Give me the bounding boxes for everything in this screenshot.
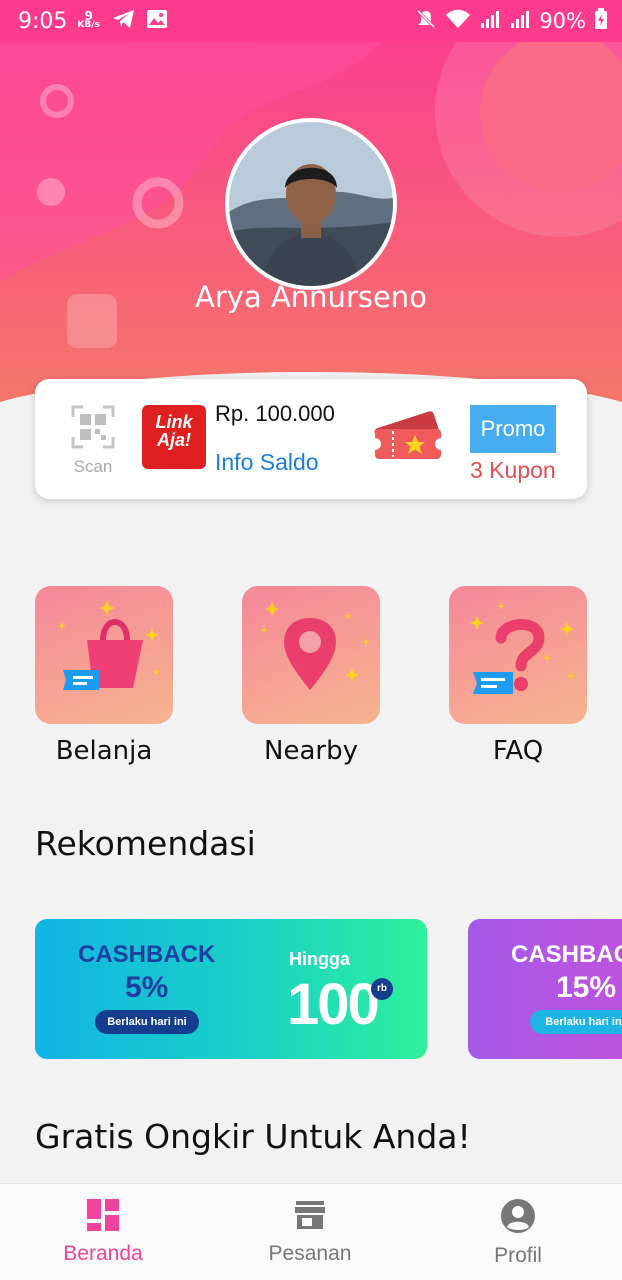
battery-percent: 90% (539, 9, 586, 33)
shopping-bag-icon (35, 600, 173, 724)
wifi-icon (445, 8, 471, 35)
feature-label: Belanja (55, 736, 153, 766)
gallery-icon (146, 8, 168, 34)
banner-upto-label: Hingga (289, 949, 350, 969)
profile-header: Arya Annurseno (0, 42, 622, 422)
banner-upto-unit: rb (371, 978, 393, 1000)
net-speed: 9 KB/s (77, 10, 100, 30)
store-icon (293, 1201, 327, 1236)
account-circle-icon (500, 1199, 536, 1238)
nav-label: Pesanan (268, 1242, 352, 1265)
qr-scan-icon (69, 405, 117, 455)
feature-label: FAQ (492, 736, 544, 766)
banner-title: CASHBACK (78, 941, 216, 968)
bottom-navigation: Beranda Pesanan Profil (0, 1183, 622, 1280)
banner-percent: 5% (125, 971, 169, 1004)
faq-tile[interactable] (449, 586, 587, 724)
balance-amount: Rp. 100.000 (215, 401, 335, 426)
linkaja-logo[interactable]: Link Aja! (142, 405, 206, 469)
nav-pesanan[interactable]: Pesanan (240, 1198, 380, 1266)
banner-validity-pill: Berlaku hari ini (95, 1010, 199, 1034)
wallet-card: Scan Link Aja! Rp. 100.000 Info Saldo Pr… (35, 379, 587, 499)
nav-profil[interactable]: Profil (448, 1198, 588, 1268)
linkaja-logo-line2: Aja! (156, 430, 191, 450)
belanja-tile[interactable] (35, 586, 173, 724)
coupon-ticket-icon[interactable] (369, 403, 447, 471)
feature-faq[interactable]: FAQ (449, 586, 587, 766)
feature-belanja[interactable]: Belanja (35, 586, 173, 766)
status-bar: 9:05 9 KB/s 90% (0, 0, 622, 42)
promo-badge[interactable]: Promo (470, 405, 556, 453)
banner-validity-pill: Berlaku hari ini (530, 1010, 622, 1034)
signal-icon (509, 8, 531, 35)
banner-percent: 15% (556, 971, 617, 1004)
linkaja-logo-line1: Link (155, 412, 193, 432)
telegram-icon (112, 8, 136, 34)
banner-upto-value: 100 (287, 972, 380, 1037)
status-time: 9:05 (18, 8, 68, 34)
scan-label: Scan (73, 457, 113, 476)
banner-title: CASHBACK (511, 941, 622, 968)
scan-button[interactable]: Scan (69, 403, 117, 477)
profile-name: Arya Annurseno (195, 280, 427, 314)
nav-label: Beranda (63, 1242, 143, 1265)
info-saldo-link[interactable]: Info Saldo (215, 449, 319, 476)
mute-icon (415, 8, 437, 35)
nearby-tile[interactable] (242, 586, 380, 724)
signal-icon (479, 8, 501, 35)
avatar[interactable] (225, 118, 397, 290)
nav-beranda[interactable]: Beranda (33, 1198, 173, 1266)
feature-nearby[interactable]: Nearby (242, 586, 380, 766)
cashback-banner[interactable]: CASHBACK 15% Berlaku hari ini (468, 919, 622, 1059)
free-shipping-title: Gratis Ongkir Untuk Anda! (35, 1117, 471, 1156)
question-mark-icon (449, 602, 587, 724)
grid-icon (86, 1199, 120, 1236)
recommendation-title: Rekomendasi (35, 824, 256, 863)
coupon-count[interactable]: 3 Kupon (470, 457, 556, 484)
net-speed-unit: KB/s (77, 20, 100, 30)
nav-label: Profil (494, 1244, 542, 1267)
battery-charging-icon (594, 7, 608, 35)
location-pin-icon (242, 602, 380, 724)
feature-label: Nearby (264, 736, 358, 766)
cashback-banner[interactable]: CASHBACK 5% Berlaku hari ini Hingga 100 … (35, 919, 427, 1059)
